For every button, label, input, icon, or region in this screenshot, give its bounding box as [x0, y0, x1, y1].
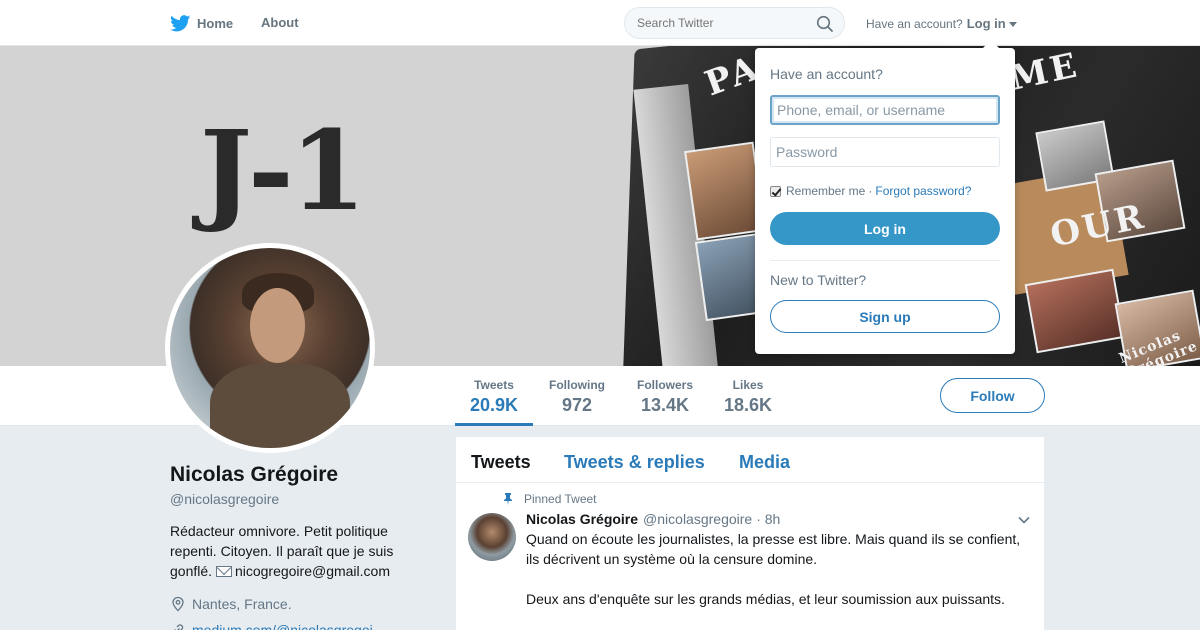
stat-label: Likes	[732, 378, 764, 392]
stat-label: Following	[549, 378, 605, 392]
divider	[770, 260, 1000, 261]
tweet-author-handle[interactable]: @nicolasgregoire	[643, 511, 752, 527]
tweet-timestamp[interactable]: · 8h	[756, 511, 780, 527]
caret-down-icon[interactable]	[1008, 21, 1017, 27]
top-nav: Home About Have an account? Log in	[0, 0, 1200, 46]
stat-value: 13.4K	[640, 395, 690, 415]
pinned-text: Pinned Tweet	[524, 492, 597, 506]
search-icon[interactable]	[816, 15, 834, 33]
search-box[interactable]	[624, 7, 845, 39]
signup-button[interactable]: Sign up	[770, 300, 1000, 333]
profile-handle[interactable]: @nicolasgregoire	[170, 491, 279, 507]
remember-row: Remember me · Forgot password?	[770, 184, 971, 198]
login-dropdown: Have an account? Remember me · Forgot pa…	[755, 40, 1015, 354]
stat-label: Tweets	[474, 378, 514, 392]
url-text[interactable]: medium.com/@nicolasgregoi...	[192, 622, 384, 630]
stat-value: 18.6K	[723, 395, 773, 415]
stat-followers[interactable]: Followers 13.4K	[630, 378, 700, 416]
stat-following[interactable]: Following 972	[542, 378, 612, 416]
tab-media[interactable]: Media	[739, 452, 790, 473]
tweet-author-name[interactable]: Nicolas Grégoire	[526, 511, 638, 527]
pin-icon	[504, 493, 512, 505]
stat-value: 972	[561, 395, 593, 415]
have-account-text: Have an account?	[866, 16, 963, 31]
tab-tweets-replies[interactable]: Tweets & replies	[564, 452, 705, 473]
tweet-avatar[interactable]	[468, 513, 516, 561]
stat-value: 20.9K	[469, 395, 519, 415]
remember-me-label[interactable]: Remember me	[786, 184, 865, 198]
stat-label: Followers	[636, 378, 693, 392]
pinned-label: Pinned Tweet	[502, 492, 597, 506]
checkbox-icon[interactable]	[770, 185, 781, 197]
separator-dot: ·	[868, 184, 873, 198]
bio-email: nicogregoire@gmail.com	[234, 563, 390, 579]
profile-url[interactable]: medium.com/@nicolasgregoi...	[170, 622, 384, 630]
profile-name[interactable]: Nicolas Grégoire	[170, 463, 338, 487]
timeline: Tweets Tweets & replies Media Pinned Twe…	[456, 437, 1044, 630]
location-text: Nantes, France.	[192, 596, 292, 612]
chevron-down-icon[interactable]	[1017, 513, 1031, 527]
avatar-body	[210, 363, 350, 448]
tweet-paragraph: Deux ans d'enquête sur les grands médias…	[526, 591, 1005, 607]
dropdown-title: Have an account?	[770, 66, 883, 82]
location-pin-icon	[172, 596, 184, 612]
follow-button[interactable]: Follow	[940, 378, 1045, 413]
login-button[interactable]: Log in	[770, 212, 1000, 245]
avatar[interactable]	[165, 243, 375, 453]
nav-about-link[interactable]: About	[261, 15, 299, 30]
stat-tweets[interactable]: Tweets 20.9K	[455, 378, 533, 416]
tweet-paragraph: Quand on écoute les journalistes, la pre…	[526, 531, 1021, 567]
search-input[interactable]	[637, 16, 807, 30]
new-to-twitter-text: New to Twitter?	[770, 272, 867, 288]
stat-likes[interactable]: Likes 18.6K	[718, 378, 778, 416]
avatar-face	[250, 288, 305, 363]
username-field[interactable]	[770, 95, 1000, 125]
active-stat-underline	[455, 423, 533, 426]
banner-text: J-1	[200, 106, 366, 235]
account-menu: Have an account? Log in	[866, 16, 1017, 31]
nav-home-link[interactable]: Home	[170, 15, 233, 32]
forgot-password-link[interactable]: Forgot password?	[875, 184, 971, 198]
password-field[interactable]	[770, 137, 1000, 167]
tweet-header: Nicolas Grégoire @nicolasgregoire · 8h	[526, 511, 780, 527]
profile-location: Nantes, France.	[170, 596, 292, 612]
profile-bio: Rédacteur omnivore. Petit politique repe…	[170, 521, 410, 581]
timeline-tabs: Tweets Tweets & replies Media	[456, 437, 1044, 483]
nav-home-label: Home	[197, 16, 234, 31]
banner-photo	[684, 141, 766, 241]
tab-tweets[interactable]: Tweets	[471, 452, 531, 473]
login-link[interactable]: Log in	[967, 16, 1006, 31]
tweet-text: Quand on écoute les journalistes, la pre…	[526, 529, 1031, 629]
link-icon	[174, 624, 184, 630]
twitter-bird-icon	[170, 15, 191, 32]
envelope-icon	[215, 566, 232, 577]
